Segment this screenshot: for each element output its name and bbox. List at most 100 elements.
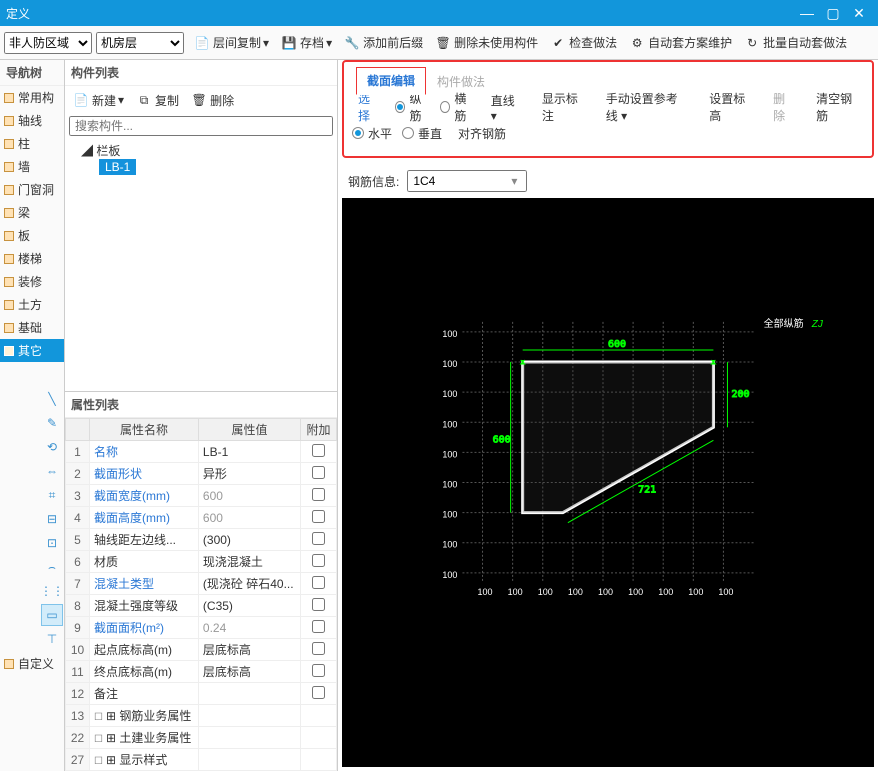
extra-checkbox[interactable] — [312, 686, 325, 699]
property-row[interactable]: 9截面面积(m²)0.24 — [66, 617, 337, 639]
delete-icon: 🗑 — [191, 92, 207, 108]
extra-checkbox[interactable] — [312, 532, 325, 545]
svg-text:200: 200 — [731, 389, 749, 400]
property-row[interactable]: 11终点底标高(m)层底标高 — [66, 661, 337, 683]
delete-component-button[interactable]: 🗑删除 — [187, 90, 238, 111]
nav-item[interactable]: 轴线 — [0, 109, 64, 132]
steel-info-label: 钢筋信息: — [348, 173, 399, 190]
tab-section-edit[interactable]: 截面编辑 — [356, 67, 426, 95]
vtool-section-icon[interactable]: ⊡ — [41, 532, 63, 554]
property-row[interactable]: 3截面宽度(mm)600 — [66, 485, 337, 507]
component-panel: 构件列表 📄新建▾ ⧉复制 🗑删除 ◢ 栏板 LB-1 属性列表 属性名称 属性… — [65, 60, 338, 771]
zone-select[interactable]: 非人防区域 — [4, 32, 92, 54]
svg-text:100: 100 — [442, 510, 457, 520]
minimize-button[interactable]: — — [794, 5, 820, 21]
edit-toolbar-row1: 选择 纵筋 横筋 直线 ▾ 显示标注 手动设置参考线 ▾ 设置标高 删除 清空钢… — [352, 94, 864, 120]
svg-text:100: 100 — [442, 449, 457, 459]
nav-item[interactable]: 土方 — [0, 293, 64, 316]
property-row[interactable]: 5轴线距左边线...(300) — [66, 529, 337, 551]
folder-icon — [4, 277, 14, 287]
extra-checkbox[interactable] — [312, 488, 325, 501]
horiz-rebar-radio[interactable]: 横筋 — [440, 90, 475, 124]
extra-checkbox[interactable] — [312, 598, 325, 611]
nav-item[interactable]: 楼梯 — [0, 247, 64, 270]
clear-rebar-button[interactable]: 清空钢筋 — [810, 88, 864, 126]
tab-component-method[interactable]: 构件做法 — [426, 68, 496, 95]
check-method-button[interactable]: ✔检查做法 — [544, 31, 623, 54]
vtool-line-icon[interactable]: ╲ — [41, 388, 63, 410]
delete-icon: 🗑 — [435, 35, 451, 51]
nav-item[interactable]: 墙 — [0, 155, 64, 178]
floor-select[interactable]: 机房层 — [96, 32, 184, 54]
nav-item[interactable]: 其它 — [0, 339, 64, 362]
show-mark-button[interactable]: 显示标注 — [536, 88, 590, 126]
folder-icon — [4, 162, 14, 172]
extra-checkbox[interactable] — [312, 642, 325, 655]
nav-item[interactable]: 梁 — [0, 201, 64, 224]
vtool-slope-icon[interactable]: ⌢ — [41, 556, 63, 578]
extra-checkbox[interactable] — [312, 664, 325, 677]
nav-item[interactable]: 柱 — [0, 132, 64, 155]
svg-text:100: 100 — [442, 540, 457, 550]
property-row[interactable]: 22⊞ 土建业务属性 — [66, 727, 337, 749]
vtool-tee-icon[interactable]: ⊤ — [41, 628, 63, 650]
col-extra: 附加 — [301, 419, 337, 441]
extra-checkbox[interactable] — [312, 466, 325, 479]
property-row[interactable]: 12备注 — [66, 683, 337, 705]
nav-item[interactable]: 装修 — [0, 270, 64, 293]
property-row[interactable]: 8混凝土强度等级(C35) — [66, 595, 337, 617]
nav-item[interactable]: 常用构 — [0, 86, 64, 109]
property-row[interactable]: 10起点底标高(m)层底标高 — [66, 639, 337, 661]
property-row[interactable]: 1名称LB-1 — [66, 441, 337, 463]
close-button[interactable]: ✕ — [846, 5, 872, 22]
set-elev-button[interactable]: 设置标高 — [703, 88, 757, 126]
folder-icon — [4, 93, 14, 103]
vtool-grid-icon[interactable]: ⋮⋮ — [41, 580, 63, 602]
vtool-pen-icon[interactable]: ✎ — [41, 412, 63, 434]
copy-component-button[interactable]: ⧉复制 — [132, 90, 183, 111]
horizontal-radio[interactable]: 水平 — [352, 125, 392, 142]
search-component-input[interactable] — [69, 116, 333, 136]
vertical-radio[interactable]: 垂直 — [402, 125, 442, 142]
nav-item-custom[interactable]: 自定义 — [0, 652, 64, 675]
align-rebar-button[interactable]: 对齐钢筋 — [452, 123, 512, 144]
maximize-button[interactable]: ▢ — [820, 5, 846, 22]
vtool-rotate-icon[interactable]: ⟲ — [41, 436, 63, 458]
extra-checkbox[interactable] — [312, 576, 325, 589]
extra-checkbox[interactable] — [312, 510, 325, 523]
batch-auto-button[interactable]: ↻批量自动套做法 — [738, 31, 853, 54]
steel-info-input[interactable] — [407, 170, 527, 192]
extra-checkbox[interactable] — [312, 554, 325, 567]
tree-node-l1[interactable]: ◢ 栏板 — [71, 142, 331, 159]
property-row[interactable]: 7混凝土类型(现浇砼 碎石40... — [66, 573, 337, 595]
vtool-align-icon[interactable]: ⊟ — [41, 508, 63, 530]
extra-checkbox[interactable] — [312, 444, 325, 457]
vtool-wall-icon[interactable]: ⌗ — [41, 484, 63, 506]
manual-ref-button[interactable]: 手动设置参考线 ▾ — [600, 88, 693, 126]
delete-unused-button[interactable]: 🗑删除未使用构件 — [429, 31, 544, 54]
edit-section-highlight: 截面编辑 构件做法 选择 纵筋 横筋 直线 ▾ 显示标注 手动设置参考线 ▾ 设… — [342, 60, 874, 158]
property-row[interactable]: 13⊞ 钢筋业务属性 — [66, 705, 337, 727]
nav-item[interactable]: 板 — [0, 224, 64, 247]
new-icon: 📄 — [73, 92, 89, 108]
property-row[interactable]: 6材质现浇混凝土 — [66, 551, 337, 573]
auto-maintain-button[interactable]: ⚙自动套方案维护 — [623, 31, 738, 54]
extra-checkbox[interactable] — [312, 620, 325, 633]
vtool-selected-icon[interactable]: ▭ — [41, 604, 63, 626]
delete-rebar-button[interactable]: 删除 — [767, 88, 800, 126]
vtool-ruler-icon[interactable]: ⇔ — [41, 460, 63, 482]
property-row[interactable]: 2截面形状异形 — [66, 463, 337, 485]
steel-info-dropdown-icon[interactable]: ▾ — [511, 174, 517, 188]
copy-floor-button[interactable]: 📄层间复制▾ — [188, 31, 275, 54]
new-component-button[interactable]: 📄新建▾ — [69, 90, 128, 111]
nav-item[interactable]: 基础 — [0, 316, 64, 339]
vert-rebar-radio[interactable]: 纵筋 — [395, 90, 430, 124]
archive-button[interactable]: 💾存档▾ — [275, 31, 338, 54]
section-canvas[interactable]: 600 200 600 721 全部纵筋 ZJ 1001001001001001… — [342, 198, 874, 767]
add-prefix-button[interactable]: 🔧添加前后缀 — [338, 31, 429, 54]
property-row[interactable]: 4截面高度(mm)600 — [66, 507, 337, 529]
property-row[interactable]: 27⊞ 显示样式 — [66, 749, 337, 771]
nav-tree-title: 导航树 — [0, 60, 64, 86]
tree-node-selected[interactable]: LB-1 — [99, 159, 136, 175]
nav-item[interactable]: 门窗洞 — [0, 178, 64, 201]
